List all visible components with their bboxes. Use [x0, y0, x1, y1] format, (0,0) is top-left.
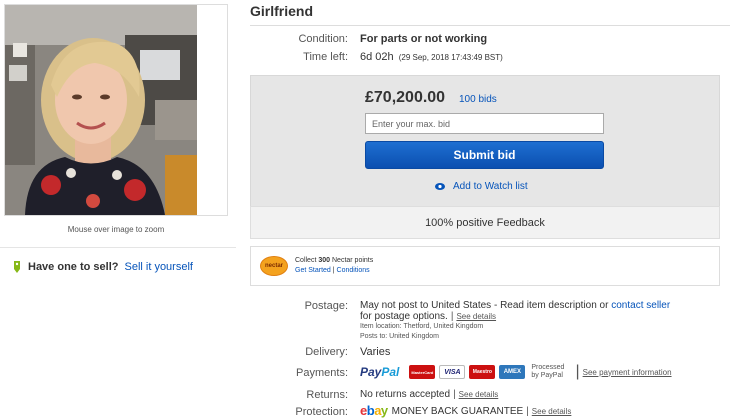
mastercard-icon: MasterCard — [409, 365, 436, 379]
see-payment-information-link[interactable]: See payment information — [583, 368, 672, 377]
processed-by-paypal: Processed by PayPal — [531, 364, 564, 380]
condition-value: For parts or not working — [360, 33, 488, 45]
paypal-logo: PayPal — [360, 365, 399, 379]
postage-text: May not post to United States - Read ite… — [360, 300, 609, 311]
returns-value: No returns accepted | See details — [360, 389, 499, 400]
payment-methods: PayPal MasterCard VISA Maestro AMEX Proc… — [360, 363, 672, 380]
time-left-duration: 6d 02h — [360, 51, 394, 63]
submit-bid-button[interactable]: Submit bid — [365, 141, 604, 169]
nectar-points: 300 — [318, 257, 331, 264]
postage-label: Postage: — [304, 300, 348, 312]
sell-question: Have one to sell? — [28, 261, 119, 273]
paypal-logo-part1: Pay — [360, 365, 382, 379]
ebay-logo-y: y — [380, 403, 388, 418]
protection-value: ebay MONEY BACK GUARANTEE | See details — [360, 403, 572, 418]
nectar-points-line: Collect 300 Nectar points — [295, 256, 373, 266]
item-photo[interactable] — [5, 5, 197, 215]
maestro-icon: Maestro — [469, 365, 496, 379]
max-bid-input[interactable] — [365, 113, 604, 134]
amex-icon: AMEX — [499, 365, 526, 379]
left-divider — [0, 247, 236, 248]
delivery-label: Delivery: — [305, 346, 348, 358]
posts-to: Posts to: United Kingdom — [360, 333, 439, 340]
nectar-separator: | — [332, 267, 335, 274]
condition-label: Condition: — [298, 33, 348, 45]
item-title: Girlfriend — [250, 3, 314, 19]
nectar-promo: nectar Collect 300 Nectar points Get Sta… — [250, 246, 720, 286]
postage-see-details-link[interactable]: See details — [456, 312, 496, 321]
nectar-points-suffix: Nectar points — [332, 257, 374, 264]
item-location: Item location: Thetford, United Kingdom — [360, 323, 484, 330]
sell-one-row: Have one to sell? Sell it yourself — [12, 261, 193, 273]
item-photo-graphic — [5, 5, 197, 215]
seller-feedback: 100% positive Feedback — [250, 206, 720, 239]
visa-icon: VISA — [439, 365, 466, 379]
ebay-logo-e: e — [360, 403, 367, 418]
nectar-conditions-link[interactable]: Conditions — [337, 267, 370, 274]
postage-value: May not post to United States - Read ite… — [360, 300, 720, 342]
time-left-label: Time left: — [303, 51, 348, 63]
bid-count-link[interactable]: 100 bids — [459, 94, 497, 105]
postage-line-2: for postage options. | See details — [360, 311, 497, 322]
contact-seller-link[interactable]: contact seller — [611, 300, 670, 311]
nectar-get-started-link[interactable]: Get Started — [295, 267, 331, 274]
paypal-logo-part2: Pal — [381, 365, 400, 379]
processed-line-2: by PayPal — [531, 372, 563, 379]
time-left-end-date: (29 Sep, 2018 17:43:49 BST) — [398, 53, 503, 62]
sell-it-yourself-link[interactable]: Sell it yourself — [124, 261, 192, 273]
watch-list-label: Add to Watch list — [453, 181, 528, 192]
money-back-guarantee: MONEY BACK GUARANTEE — [391, 405, 524, 417]
processed-line-1: Processed — [531, 364, 565, 371]
time-left-value: 6d 02h (29 Sep, 2018 17:43:49 BST) — [360, 51, 503, 63]
eye-icon — [435, 183, 445, 190]
ebay-logo-a: a — [374, 403, 381, 418]
nectar-text: Collect 300 Nectar points Get Started | … — [295, 256, 373, 276]
protection-see-details-link[interactable]: See details — [532, 407, 572, 416]
nectar-links: Get Started | Conditions — [295, 266, 373, 276]
returns-see-details-link[interactable]: See details — [459, 390, 499, 399]
payments-label: Payments: — [296, 367, 348, 379]
returns-text: No returns accepted — [360, 389, 451, 400]
protection-label: Protection: — [295, 406, 348, 418]
nectar-logo: nectar — [260, 256, 288, 276]
postage-line-1: May not post to United States - Read ite… — [360, 300, 720, 311]
returns-label: Returns: — [306, 389, 348, 401]
nectar-collect-text: Collect — [295, 257, 317, 264]
item-image-frame[interactable] — [4, 4, 228, 216]
add-to-watch-list-link[interactable]: Add to Watch list — [435, 181, 528, 192]
ebay-logo: ebay — [360, 403, 388, 418]
title-divider — [250, 25, 730, 26]
image-zoom-caption: Mouse over image to zoom — [67, 225, 165, 234]
postage-options-text: for postage options. — [360, 311, 448, 322]
current-price: £70,200.00 — [365, 89, 446, 106]
delivery-value: Varies — [360, 346, 391, 358]
tag-icon — [14, 261, 20, 273]
